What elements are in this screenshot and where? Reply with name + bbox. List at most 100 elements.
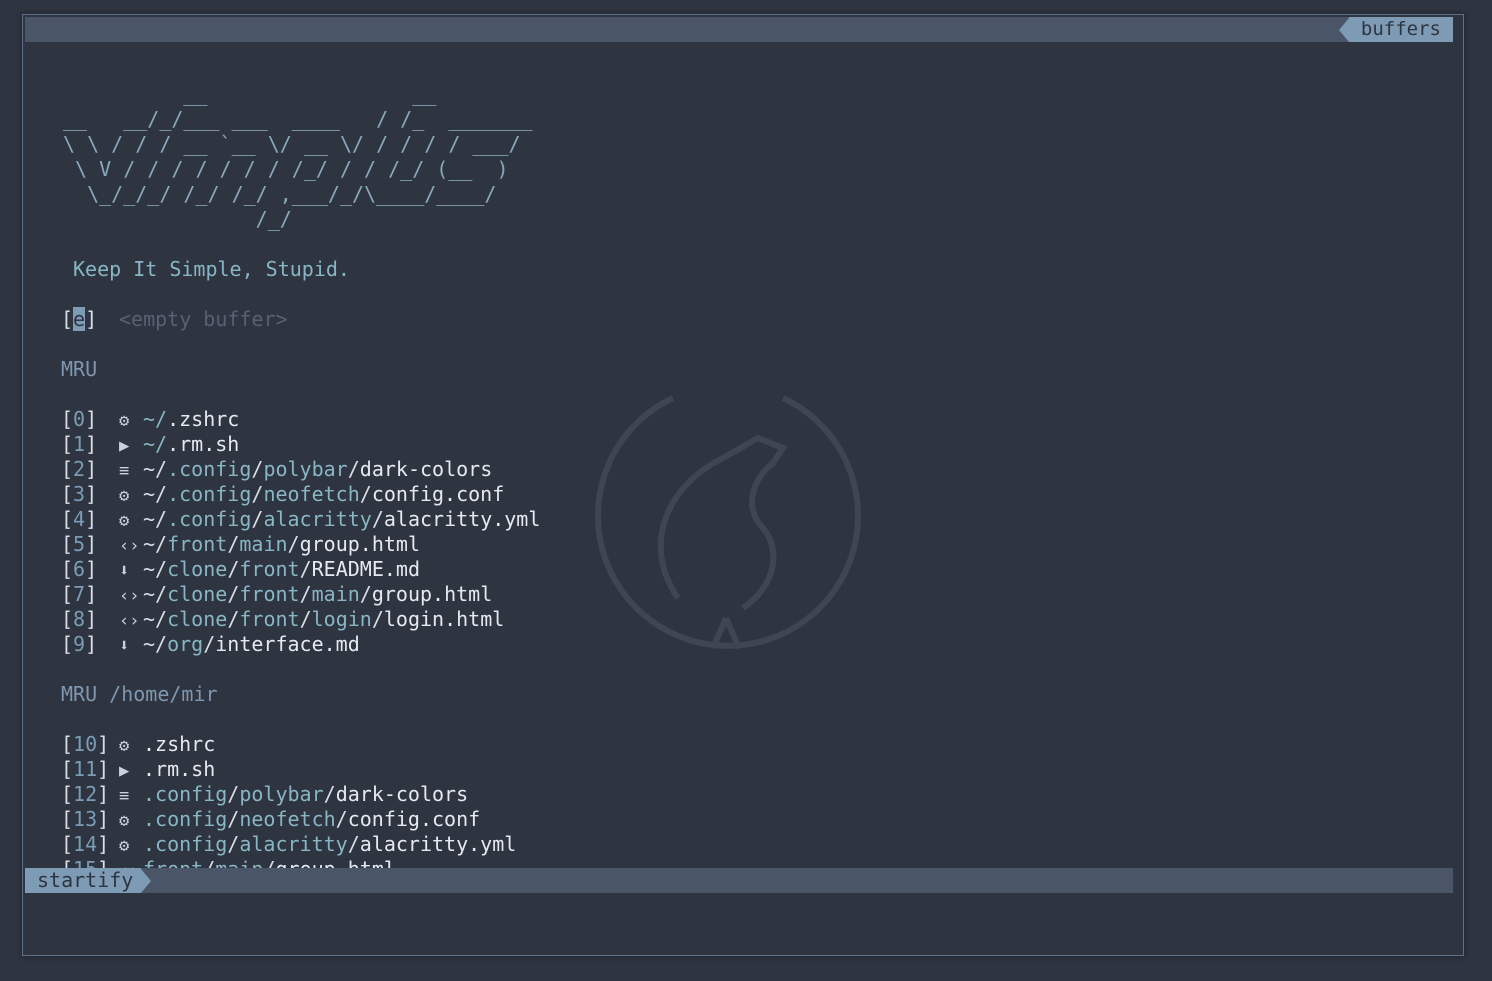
path-separator: / [299, 582, 312, 606]
ascii-art-logo: __ __ __ __/_/___ ___ ____ / /_ _______ … [63, 82, 533, 232]
file-entry[interactable]: [8] ‹› ~/clone/front/login/login.html [61, 607, 504, 632]
editor-window: buffers __ __ __ __/_/___ ___ ____ / /_ … [22, 14, 1464, 956]
path-separator: / [227, 782, 240, 806]
statusline-separator-icon [141, 868, 152, 893]
path-separator: / [359, 582, 372, 606]
buffers-tab[interactable]: buffers [1338, 17, 1453, 42]
path-dir: clone [167, 582, 228, 606]
path-separator: / [335, 807, 348, 831]
ascii-art-line: \ \ / / / __ `__ \/ __ \/ / / / / ___/ [63, 132, 521, 156]
path-dir: neofetch [239, 807, 336, 831]
entry-index: [e] [61, 307, 98, 331]
file-entry[interactable]: [3] ⚙ ~/.config/neofetch/config.conf [61, 482, 504, 507]
entry-number: 10 [73, 732, 98, 756]
entry-number: 0 [73, 407, 86, 431]
path-dir: login [311, 607, 372, 631]
gear-icon: ⚙ [119, 836, 130, 856]
path-separator: / [227, 607, 240, 631]
ascii-art-line: \_/_/_/ /_/ /_/ ,___/_/\____/____/ [63, 182, 497, 206]
path-filename: alacritty.yml [359, 832, 517, 856]
path-separator: ~/ [143, 582, 168, 606]
file-entry[interactable]: [2] ≡ ~/.config/polybar/dark-colors [61, 457, 492, 482]
path-separator: ~/ [143, 607, 168, 631]
entry-number: 6 [73, 557, 86, 581]
file-entry[interactable]: [15]‹›front/main/group.html [61, 857, 396, 868]
gear-icon: ⚙ [119, 811, 130, 831]
file-entry[interactable]: [9] ⬇ ~/org/interface.md [61, 632, 360, 657]
file-entry[interactable]: [7] ‹› ~/clone/front/main/group.html [61, 582, 492, 607]
path-dir: polybar [263, 457, 348, 481]
file-entry[interactable]: [4] ⚙ ~/.config/alacritty/alacritty.yml [61, 507, 540, 532]
path-dir: front [143, 857, 203, 868]
path-dir: alacritty [263, 507, 372, 531]
path-separator: / [227, 807, 240, 831]
path-dir: main [239, 532, 288, 556]
mru-header: MRU [61, 357, 98, 381]
file-entry[interactable]: [1] ▶ ~/.rm.sh [61, 432, 239, 457]
path-separator: / [203, 857, 215, 868]
path-separator: / [227, 557, 240, 581]
path-separator: / [299, 607, 312, 631]
file-entry[interactable]: [6] ⬇ ~/clone/front/README.md [61, 557, 420, 582]
path-separator: / [227, 532, 240, 556]
path-dir: main [215, 857, 263, 868]
entry-number: 3 [73, 482, 86, 506]
buffers-tab-label: buffers [1348, 17, 1453, 42]
file-entry[interactable]: [5] ‹› ~/front/main/group.html [61, 532, 420, 557]
code-icon: ‹› [119, 859, 143, 868]
path-dir: .config [143, 807, 228, 831]
empty-buffer-entry[interactable]: [e] <empty buffer> [61, 307, 288, 332]
path-separator: ~/ [143, 457, 168, 481]
path-separator: / [227, 582, 240, 606]
path-separator: ~/ [143, 507, 168, 531]
entry-number: 13 [73, 807, 98, 831]
entry-index: [4] [61, 507, 98, 531]
entry-index: [3] [61, 482, 98, 506]
path-dir: main [311, 582, 360, 606]
code-icon: ‹› [119, 586, 140, 606]
ascii-art-line: __ __/_/___ ___ ____ / /_ _______ [63, 107, 533, 131]
terminal-icon: ▶ [119, 436, 130, 456]
entry-index: [14] [61, 832, 110, 856]
file-entry[interactable]: [13] ⚙ .config/neofetch/config.conf [61, 807, 480, 832]
ascii-art-line: /_/ [63, 207, 292, 231]
entry-index: [1] [61, 432, 98, 456]
entry-index: [2] [61, 457, 98, 481]
entry-number: 1 [73, 432, 86, 456]
file-entry[interactable]: [10] ⚙ .zshrc [61, 732, 215, 757]
tagline: Keep It Simple, Stupid. [73, 257, 350, 281]
entry-number: 15 [73, 857, 97, 868]
path-dir: clone [167, 557, 228, 581]
entry-number: 5 [73, 532, 86, 556]
markdown-icon: ⬇ [119, 561, 130, 581]
path-dir: ~/ [143, 432, 168, 456]
path-dir: front [239, 607, 300, 631]
path-filename: group.html [371, 582, 493, 606]
cursor: e [73, 307, 86, 331]
path-separator: ~/ [143, 532, 168, 556]
tab-separator-icon [1338, 17, 1349, 42]
entry-number: 4 [73, 507, 86, 531]
file-entry[interactable]: [0] ⚙ ~/.zshrc [61, 407, 239, 432]
path-dir: .config [143, 782, 228, 806]
text-file-icon: ≡ [119, 786, 130, 806]
path-filename: group.html [299, 532, 420, 556]
file-entry[interactable]: [12] ≡ .config/polybar/dark-colors [61, 782, 468, 807]
path-separator: / [299, 557, 312, 581]
path-dir: .config [167, 507, 252, 531]
mode-indicator: startify [25, 868, 152, 893]
file-entry[interactable]: [14] ⚙ .config/alacritty/alacritty.yml [61, 832, 516, 857]
entry-index: [12] [61, 782, 110, 806]
startify-buffer[interactable]: __ __ __ __/_/___ ___ ____ / /_ _______ … [23, 42, 1463, 868]
path-separator: / [371, 507, 384, 531]
file-entry[interactable]: [11] ▶ .rm.sh [61, 757, 215, 782]
path-dir: front [239, 557, 300, 581]
path-separator: / [347, 832, 360, 856]
entry-index: [15] [61, 857, 119, 868]
entry-index: [8] [61, 607, 98, 631]
path-dir: clone [167, 607, 228, 631]
path-separator: / [347, 457, 360, 481]
mode-label: startify [25, 868, 142, 893]
path-dir: alacritty [239, 832, 348, 856]
path-dir: .config [143, 832, 228, 856]
